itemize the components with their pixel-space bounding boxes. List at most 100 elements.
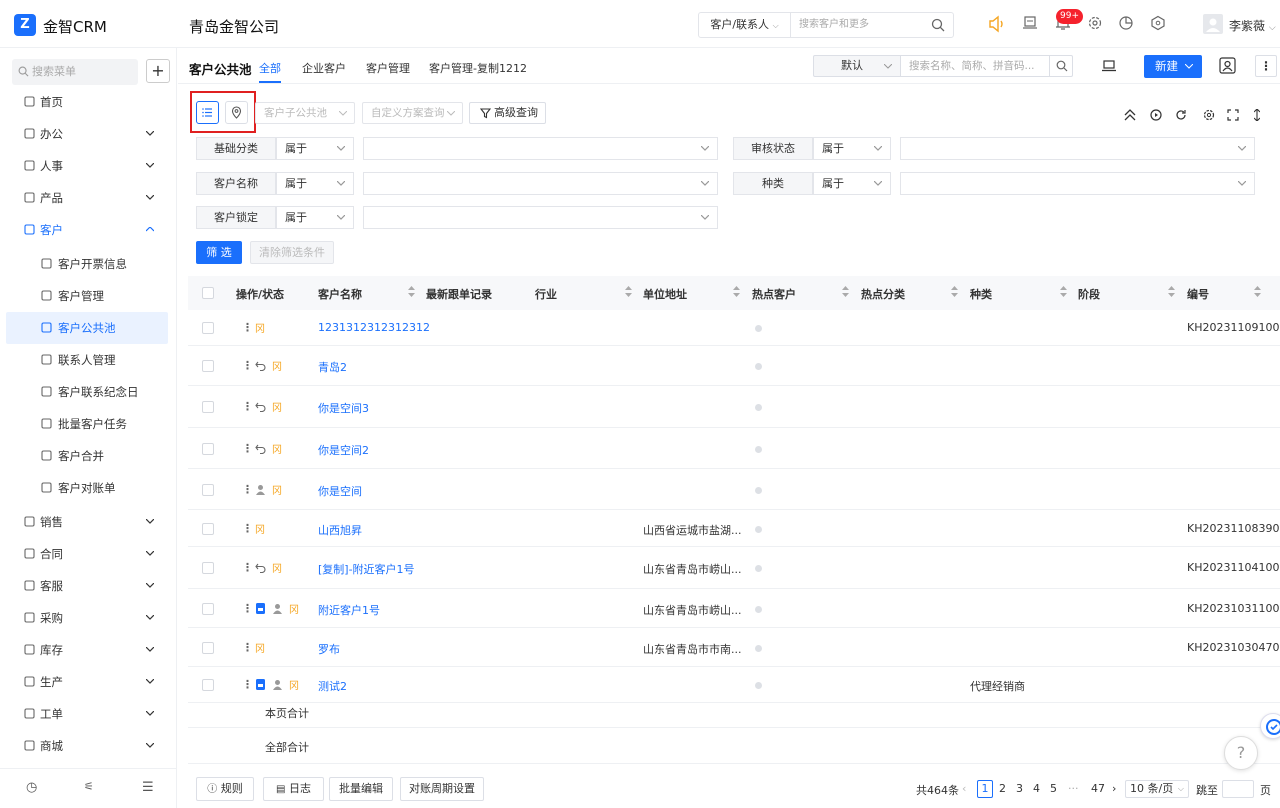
page-3[interactable]: 3	[1016, 782, 1023, 795]
more-actions-icon[interactable]: ⋮	[242, 483, 253, 496]
filter-value-select[interactable]	[363, 206, 718, 229]
column-header[interactable]: 最新跟单记录	[426, 286, 492, 302]
next-page-button[interactable]: ›	[1112, 782, 1116, 795]
more-actions-icon[interactable]: ⋮	[242, 321, 253, 334]
user-name[interactable]: 李紫薇 ⌵	[1229, 17, 1276, 34]
batch-edit-button[interactable]: 批量编辑	[329, 777, 393, 801]
row-checkbox[interactable]	[202, 443, 214, 455]
chat-widget-icon[interactable]	[1260, 713, 1280, 739]
customer-name-link[interactable]: 测试2	[318, 678, 347, 694]
customer-name-link[interactable]: 你是空间	[318, 483, 362, 499]
gear-icon[interactable]	[1203, 109, 1215, 121]
rules-button[interactable]: ⓘ 规则	[196, 777, 254, 801]
filter-value-select[interactable]	[363, 172, 718, 195]
table-row[interactable]: ⋮ 冈 [复制]-附近客户1号 山东省青岛市崂山... KH2023110410​01	[188, 547, 1280, 589]
page-4[interactable]: 4	[1033, 782, 1040, 795]
person-icon[interactable]	[255, 484, 266, 495]
filter-value-select[interactable]	[363, 137, 718, 160]
sub-pool-select[interactable]: 客户子公共池	[255, 102, 355, 124]
message-icon[interactable]	[1022, 15, 1038, 31]
column-header[interactable]: 客户名称	[318, 286, 362, 302]
person-icon[interactable]	[272, 603, 283, 614]
apply-filter-button[interactable]: 筛 选	[196, 241, 242, 264]
tab-customer-manage[interactable]: 客户管理	[366, 60, 410, 76]
page-size-select[interactable]: 10 条/页 ⌵	[1125, 780, 1189, 798]
gear-icon[interactable]	[1087, 15, 1103, 31]
settings-sliders-icon[interactable]: ⚟	[84, 780, 94, 793]
row-checkbox[interactable]	[202, 642, 214, 654]
refresh-icon[interactable]	[1175, 109, 1187, 121]
row-checkbox[interactable]	[202, 603, 214, 615]
sidebar-item-0[interactable]: 首页	[0, 86, 177, 118]
filter-operator-select[interactable]: 属于	[276, 206, 354, 229]
customer-name-link[interactable]: 青岛2	[318, 359, 347, 375]
sidebar-item-15[interactable]: 客服	[0, 570, 177, 602]
return-icon[interactable]	[255, 401, 266, 412]
search-scope-select[interactable]: 客户/联系人 ⌵	[699, 13, 791, 37]
laptop-icon[interactable]	[1102, 60, 1116, 72]
pie-chart-icon[interactable]	[1118, 15, 1134, 31]
row-checkbox[interactable]	[202, 360, 214, 372]
sidebar-item-3[interactable]: 产品	[0, 182, 177, 214]
row-checkbox[interactable]	[202, 679, 214, 691]
filter-value-select[interactable]	[900, 172, 1255, 195]
sidebar-item-11[interactable]: 客户合并	[0, 440, 177, 472]
advanced-query-button[interactable]: 高级查询	[469, 102, 546, 124]
page-2[interactable]: 2	[999, 782, 1006, 795]
table-row[interactable]: ⋮ 冈 1231312312312312 KH202311091001	[188, 310, 1280, 346]
more-actions-icon[interactable]: ⋮	[242, 442, 253, 455]
more-actions-icon[interactable]: ⋮	[242, 522, 253, 535]
sidebar-item-17[interactable]: 库存	[0, 634, 177, 666]
column-header[interactable]: 操作/状态	[236, 286, 284, 302]
sidebar-item-10[interactable]: 批量客户任务	[0, 408, 177, 440]
table-row[interactable]: ⋮ 冈 测试2 代理经销商	[188, 667, 1280, 703]
return-icon[interactable]	[255, 562, 266, 573]
sort-icon[interactable]	[1060, 286, 1067, 297]
contact-card-icon[interactable]	[1219, 57, 1236, 74]
jump-page-input[interactable]	[1222, 780, 1254, 798]
sidebar-item-16[interactable]: 采购	[0, 602, 177, 634]
column-header[interactable]: 热点客户	[752, 286, 796, 302]
column-header[interactable]: 种类	[970, 286, 992, 302]
doc-icon[interactable]	[255, 603, 266, 614]
column-header[interactable]: 单位地址	[643, 286, 687, 302]
sidebar-item-5[interactable]: 客户开票信息	[0, 248, 177, 280]
column-header[interactable]: 编号	[1187, 286, 1209, 302]
reconcile-period-button[interactable]: 对账周期设置	[400, 777, 484, 801]
help-icon[interactable]: ?	[1224, 736, 1258, 770]
table-row[interactable]: ⋮ 冈 你是空间2	[188, 428, 1280, 469]
tab-all[interactable]: 全部	[259, 60, 281, 76]
play-circle-icon[interactable]	[1150, 109, 1162, 121]
sidebar-item-4[interactable]: 客户	[0, 214, 177, 246]
table-row[interactable]: ⋮冈 罗布 山东省青岛市市南... KH202310304700​1	[188, 628, 1280, 667]
speaker-icon[interactable]	[988, 15, 1006, 33]
sidebar-item-18[interactable]: 生产	[0, 666, 177, 698]
return-icon[interactable]	[255, 443, 266, 454]
sort-icon[interactable]	[408, 286, 415, 297]
sidebar-item-20[interactable]: 商城	[0, 730, 177, 762]
company-name[interactable]: 青岛金智公司	[189, 16, 279, 37]
sort-icon[interactable]	[842, 286, 849, 297]
column-header[interactable]: 阶段	[1078, 286, 1100, 302]
doc-icon[interactable]	[255, 679, 266, 690]
more-actions-icon[interactable]: ⋮	[242, 641, 253, 654]
filter-operator-select[interactable]: 属于	[276, 137, 354, 160]
customer-name-link[interactable]: 附近客户1号	[318, 602, 380, 618]
sidebar-item-12[interactable]: 客户对账单	[0, 472, 177, 504]
row-checkbox[interactable]	[202, 322, 214, 334]
sidebar-item-9[interactable]: 客户联系纪念日	[0, 376, 177, 408]
more-actions-icon[interactable]: ⋮	[242, 561, 253, 574]
table-row[interactable]: ⋮ 冈 你是空间3	[188, 386, 1280, 428]
table-row[interactable]: ⋮冈 山西旭昇 山西省运城市盐湖... KH2023110839001	[188, 510, 1280, 547]
cube-icon[interactable]	[1150, 15, 1166, 31]
filter-operator-select[interactable]: 属于	[813, 137, 891, 160]
sort-icon[interactable]	[951, 286, 958, 297]
menu-search-input[interactable]: 搜索菜单	[12, 59, 138, 85]
customer-name-link[interactable]: 1231312312312312	[318, 321, 430, 334]
sidebar-item-7[interactable]: 客户公共池	[6, 312, 168, 344]
filter-operator-select[interactable]: 属于	[276, 172, 354, 195]
table-row[interactable]: ⋮ 冈 你是空间	[188, 469, 1280, 510]
history-icon[interactable]: ◷	[26, 780, 37, 795]
person-icon[interactable]	[272, 679, 283, 690]
row-checkbox[interactable]	[202, 523, 214, 535]
